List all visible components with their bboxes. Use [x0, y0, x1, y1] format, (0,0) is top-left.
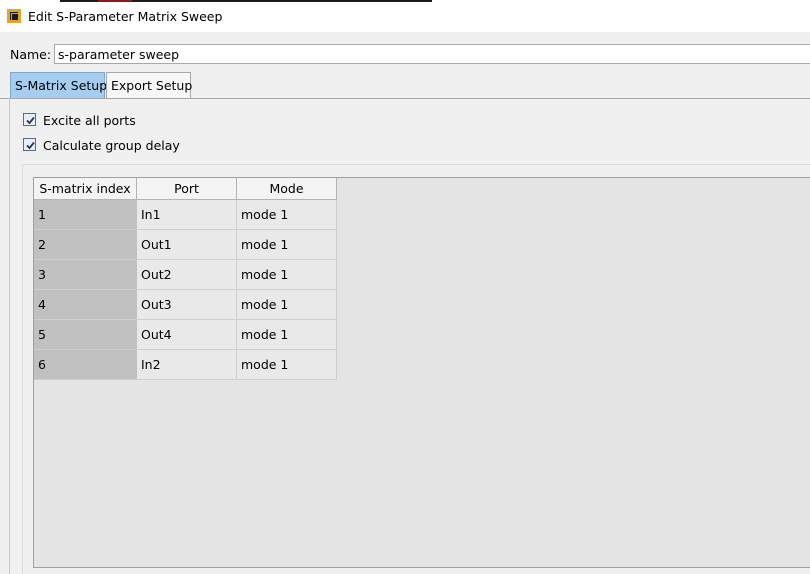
tab-export-setup[interactable]: Export Setup	[106, 72, 192, 98]
table-row-mode[interactable]: mode 1	[237, 230, 337, 260]
table-row-index[interactable]: 3	[34, 260, 137, 290]
panel-left-border	[9, 98, 10, 574]
table-row-port[interactable]: Out4	[137, 320, 237, 350]
table-row-index[interactable]: 2	[34, 230, 137, 260]
calculate-group-delay-checkbox[interactable]	[23, 138, 36, 151]
checkmark-icon	[26, 141, 35, 150]
table-row-port[interactable]: Out2	[137, 260, 237, 290]
table-row-index[interactable]: 1	[34, 200, 137, 230]
column-header-mode[interactable]: Mode	[237, 178, 337, 200]
excite-all-ports-checkbox[interactable]	[23, 113, 36, 126]
table-row-index[interactable]: 6	[34, 350, 137, 380]
table-row-mode[interactable]: mode 1	[237, 260, 337, 290]
table-row-mode[interactable]: mode 1	[237, 200, 337, 230]
tab-divider	[0, 98, 810, 99]
column-header-port[interactable]: Port	[137, 178, 237, 200]
s-matrix-table: S-matrix index Port Mode 1 In1 mode 1 2 …	[33, 177, 810, 568]
app-icon	[7, 9, 21, 23]
tab-s-matrix-setup[interactable]: S-Matrix Setup	[10, 72, 107, 98]
table-row-index[interactable]: 5	[34, 320, 137, 350]
table-row-port[interactable]: Out3	[137, 290, 237, 320]
column-header-index[interactable]: S-matrix index	[34, 178, 137, 200]
window-title: Edit S-Parameter Matrix Sweep	[28, 9, 223, 24]
table-row-port[interactable]: In2	[137, 350, 237, 380]
calculate-group-delay-label: Calculate group delay	[43, 138, 180, 153]
table-row-mode[interactable]: mode 1	[237, 350, 337, 380]
name-input[interactable]	[54, 44, 810, 64]
checkmark-icon	[26, 116, 35, 125]
top-edge-strip	[60, 0, 432, 2]
name-label: Name:	[10, 47, 52, 62]
table-row-port[interactable]: Out1	[137, 230, 237, 260]
table-row-index[interactable]: 4	[34, 290, 137, 320]
table-row-port[interactable]: In1	[137, 200, 237, 230]
excite-all-ports-label: Excite all ports	[43, 113, 136, 128]
table-row-mode[interactable]: mode 1	[237, 320, 337, 350]
table-row-mode[interactable]: mode 1	[237, 290, 337, 320]
